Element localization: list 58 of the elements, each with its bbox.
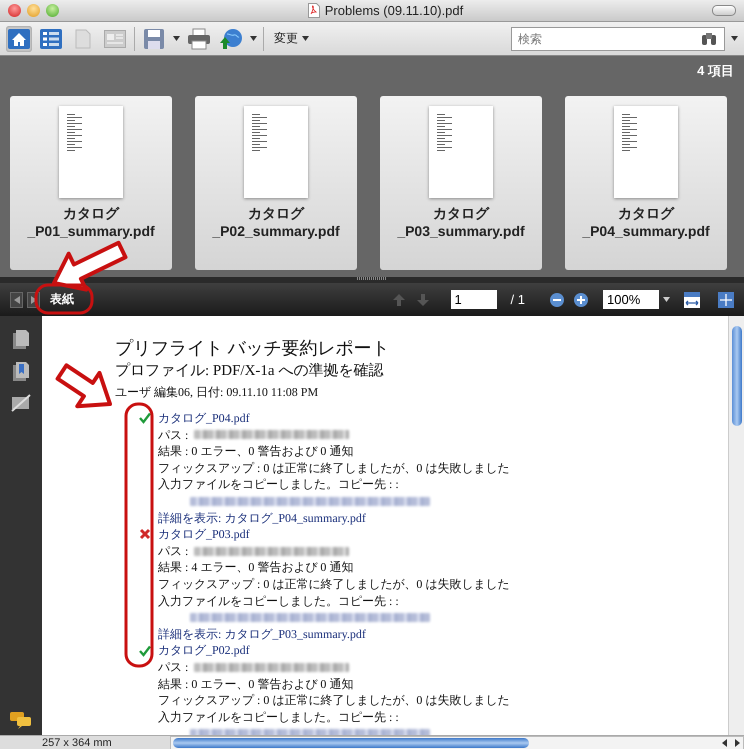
copy-text: 入力ファイルをコピーしました。コピー先 : : <box>158 477 399 492</box>
pdf-file-icon <box>308 3 320 18</box>
file-thumbnail[interactable]: カタログ_P02_summary.pdf <box>195 96 357 270</box>
caret-icon[interactable] <box>731 36 738 41</box>
fixup-text: フィックスアップ : 0 は正常に終了しましたが、0 は失敗しました <box>158 576 510 591</box>
close-button[interactable] <box>8 4 21 17</box>
file-thumbnail[interactable]: カタログ_P01_summary.pdf <box>10 96 172 270</box>
profile-heading: プロファイル: PDF/X-1a への準拠を確認 <box>115 361 384 381</box>
pages-icon[interactable] <box>12 330 30 350</box>
path-label: パス : <box>158 426 188 444</box>
back-button[interactable] <box>10 292 23 308</box>
file-thumbnail[interactable]: カタログ_P04_summary.pdf <box>565 96 727 270</box>
page-total: / 1 <box>510 292 525 307</box>
search-field[interactable]: 検索 <box>511 26 725 50</box>
summary-link[interactable]: 詳細を表示: カタログ_P03_summary.pdf <box>158 626 366 641</box>
path-label: パス : <box>158 658 188 676</box>
file-link[interactable]: カタログ_P02.pdf <box>158 642 250 659</box>
copy-text: 入力ファイルをコピーしました。コピー先 : : <box>158 710 399 724</box>
zoom-field[interactable]: 100% <box>603 290 659 309</box>
right-triangle-icon[interactable] <box>30 296 36 304</box>
file-link[interactable]: カタログ_P03.pdf <box>158 526 250 543</box>
caret-icon[interactable] <box>250 36 257 41</box>
window-title: Problems (09.11.10).pdf <box>324 3 464 18</box>
scrollbar-thumb[interactable] <box>732 326 742 426</box>
report-title: プリフライト バッチ要約レポート <box>115 337 390 360</box>
bookmarks-icon[interactable] <box>12 362 30 382</box>
result-text: 結果 : 0 エラー、0 警告および 0 通知 <box>158 676 354 690</box>
path-label: パス : <box>158 542 188 560</box>
splitter-handle[interactable] <box>357 277 387 280</box>
signature-icon[interactable] <box>11 394 31 412</box>
print-button[interactable] <box>186 26 212 52</box>
left-triangle-icon[interactable] <box>14 296 20 304</box>
fixup-text: フィックスアップ : 0 は正常に終了しましたが、0 は失敗しました <box>158 693 510 708</box>
page-field[interactable]: 1 <box>450 290 497 309</box>
summary-link[interactable]: 詳細を表示: カタログ_P04_summary.pdf <box>158 510 366 525</box>
user-date-text: ユーザ 編集06, 日付: 09.11.10 11:08 PM <box>115 384 320 401</box>
caret-icon[interactable] <box>173 36 180 41</box>
toolbar-toggle-button[interactable] <box>712 5 736 16</box>
comments-icon[interactable] <box>9 711 33 729</box>
caret-icon[interactable] <box>302 36 309 41</box>
highlight-ring <box>34 284 94 314</box>
home-button[interactable] <box>6 26 32 52</box>
fixup-text: フィックスアップ : 0 は正常に終了しましたが、0 は失敗しました <box>158 460 510 475</box>
binoculars-icon[interactable] <box>701 32 717 46</box>
scrollbar-thumb[interactable] <box>173 738 529 748</box>
fit-page-button[interactable] <box>716 290 736 310</box>
file-link[interactable]: カタログ_P04.pdf <box>158 410 250 427</box>
caret-icon[interactable] <box>663 297 670 302</box>
page-size-text: 257 x 364 mm <box>41 737 113 749</box>
change-menu[interactable]: 変更 <box>270 30 313 47</box>
item-count: 4 項目 <box>697 62 734 80</box>
annotation-arrow <box>56 363 112 408</box>
result-text: 結果 : 0 エラー、0 警告および 0 通知 <box>158 444 354 458</box>
file-thumbnail[interactable]: カタログ_P03_summary.pdf <box>380 96 542 270</box>
fit-width-button[interactable] <box>682 290 702 310</box>
section-label: 表紙 <box>50 291 74 308</box>
copy-text: 入力ファイルをコピーしました。コピー先 : : <box>158 594 399 608</box>
result-text: 結果 : 4 エラー、0 警告および 0 通知 <box>158 560 354 574</box>
